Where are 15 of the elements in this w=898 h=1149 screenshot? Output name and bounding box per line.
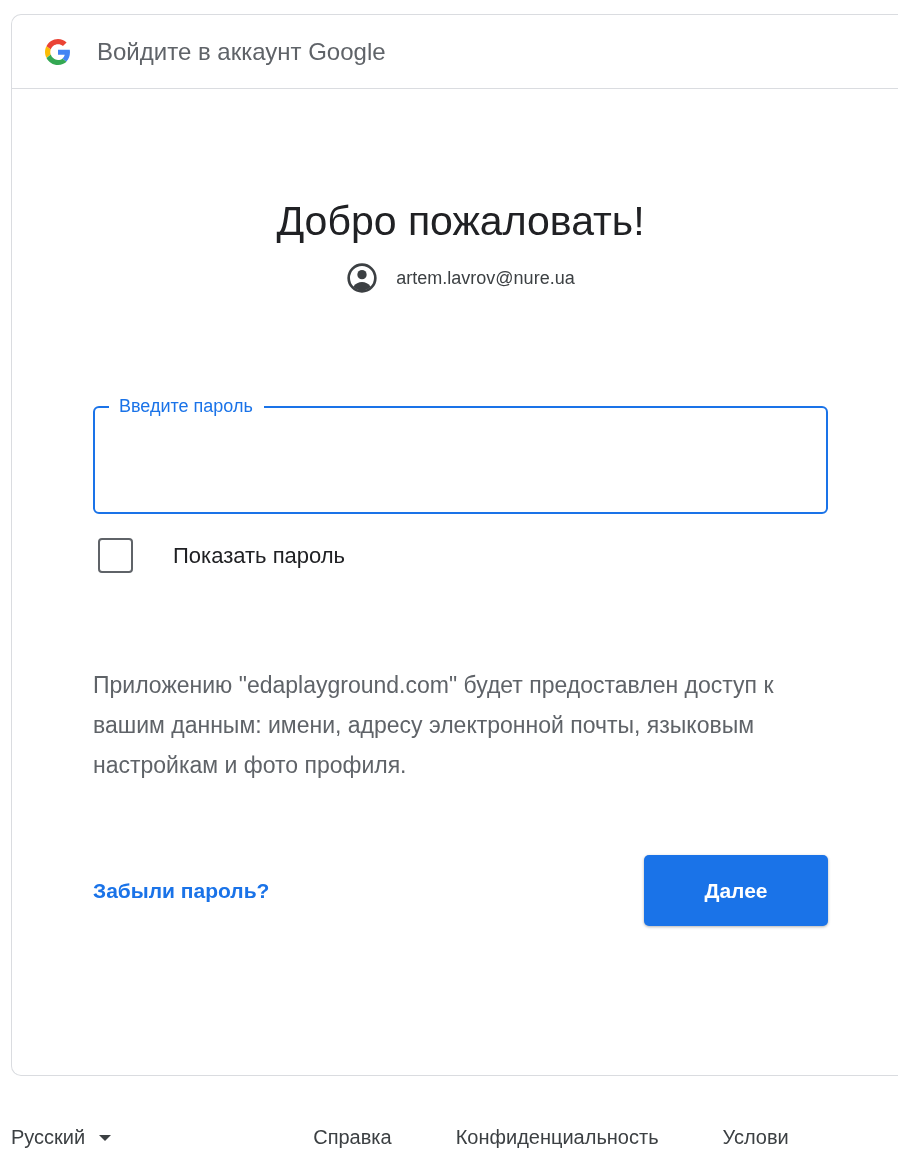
checkbox-label[interactable]: Показать пароль <box>173 542 346 569</box>
welcome-heading: Добро пожаловать! <box>276 197 645 246</box>
next-button[interactable]: Далее <box>644 855 828 927</box>
footer-link[interactable]: Услови <box>722 1126 789 1149</box>
show-password-checkbox[interactable] <box>98 538 133 574</box>
caret-icon <box>99 1134 112 1141</box>
account-icon <box>346 262 379 295</box>
footer-link[interactable]: Справка <box>313 1126 392 1149</box>
header-title: Войдите в аккаунт Google <box>97 37 386 66</box>
google-logo-icon <box>45 38 71 65</box>
language-selector[interactable]: Русский <box>11 1126 112 1149</box>
forgot-password-link[interactable]: Забыли пароль? <box>93 878 270 903</box>
consent-text: Приложению "edaplayground.com" будет предоставлен доступ к вашим данным: имени, адресу электронной почты, языковым настройкам и фото профиля. <box>93 671 775 781</box>
footer-link[interactable]: Конфиденциальность <box>455 1126 659 1149</box>
account-email[interactable]: artem.lavrov@nure.ua <box>396 267 575 289</box>
